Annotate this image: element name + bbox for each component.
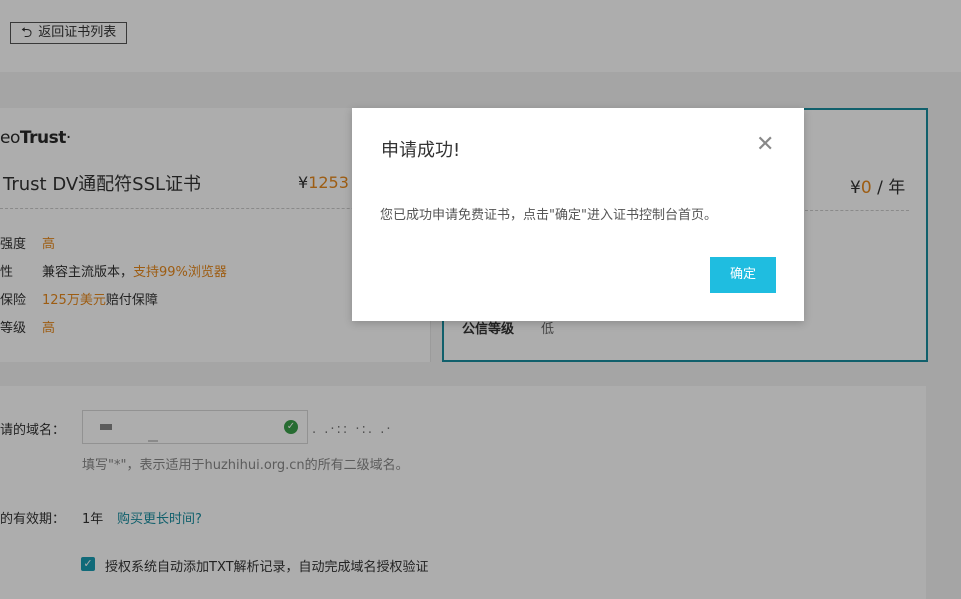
- dialog-title: 申请成功!: [381, 140, 461, 161]
- dialog-message: 您已成功申请免费证书，点击"确定"进入证书控制台首页。: [380, 208, 717, 223]
- close-icon[interactable]: ✕: [756, 134, 774, 156]
- success-dialog: 申请成功! ✕ 您已成功申请免费证书，点击"确定"进入证书控制台首页。 确定: [352, 108, 804, 321]
- confirm-button[interactable]: 确定: [710, 257, 776, 293]
